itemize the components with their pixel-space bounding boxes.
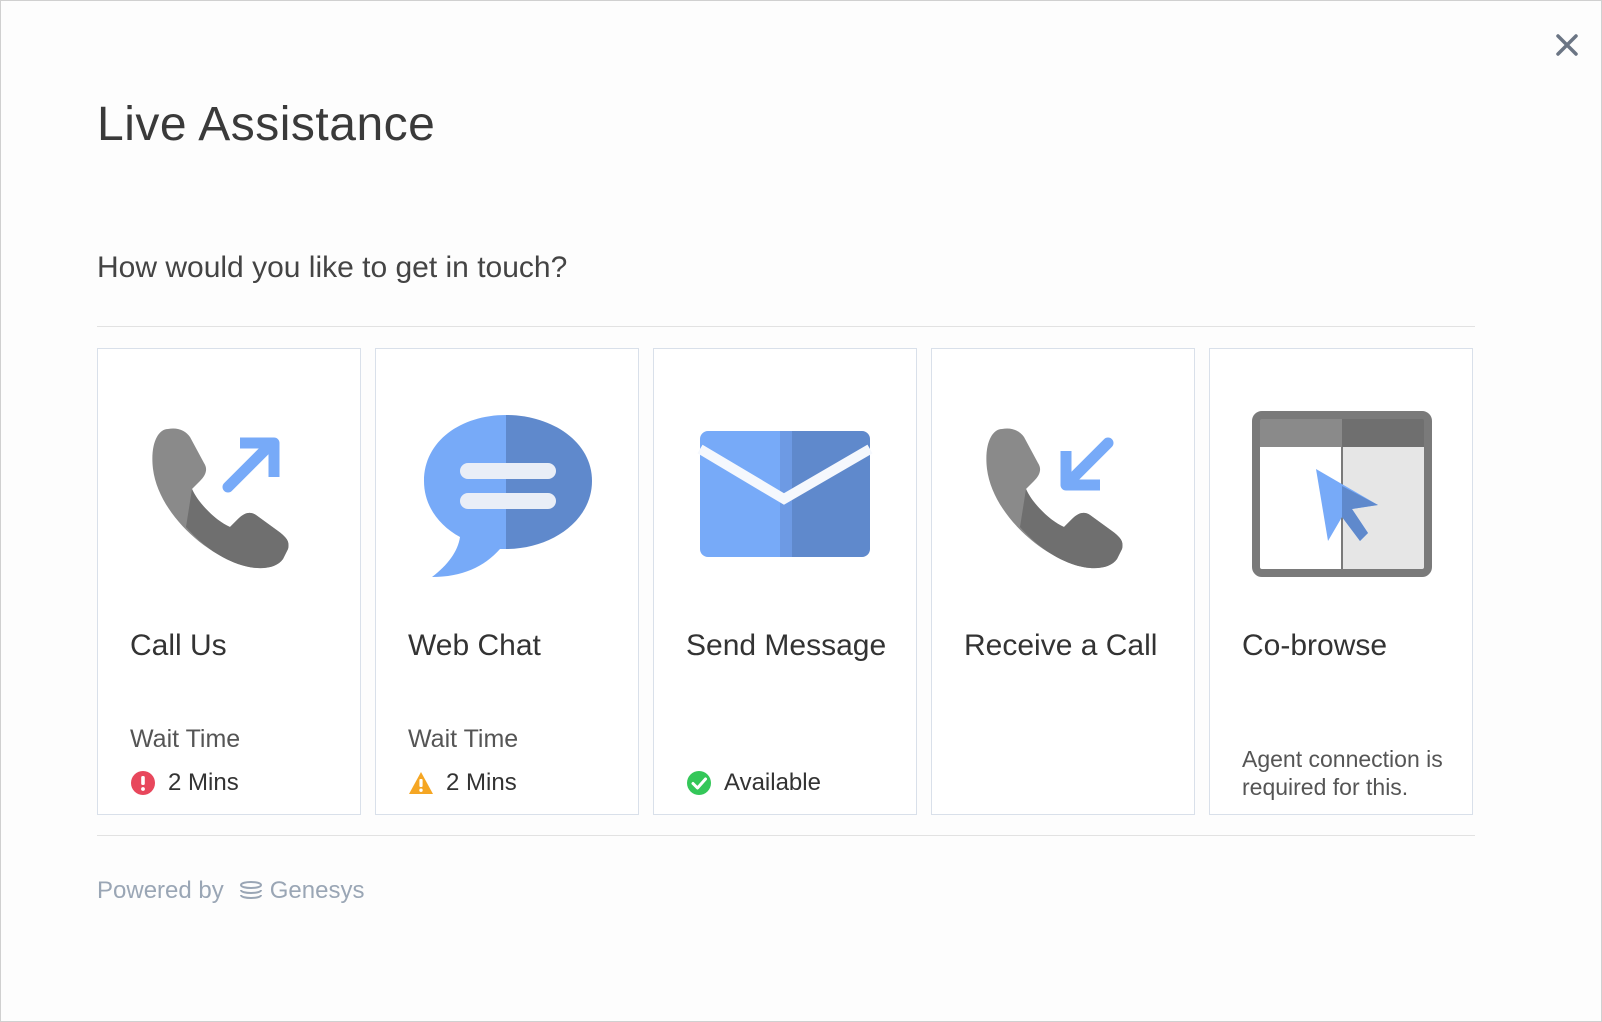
close-button[interactable] [1549,27,1585,63]
browser-cursor-icon [1252,411,1432,577]
footer: Powered by Genesys [97,877,364,905]
wait-time-value: 2 Mins [446,769,517,796]
availability-status: Available [686,769,821,797]
wait-time-status: 2 Mins [408,769,517,797]
divider [97,326,1475,327]
option-note: Agent connection is required for this. [1242,746,1443,800]
phone-outgoing-icon [152,428,289,569]
divider [97,835,1475,836]
warning-icon [409,772,433,794]
genesys-link[interactable]: Genesys [238,877,365,905]
chat-bubble-icon [424,415,592,577]
error-icon [131,771,155,795]
check-icon [687,771,711,795]
option-web-chat[interactable]: Web Chat Wait Time 2 Mins [375,348,639,815]
phone-incoming-icon [986,428,1123,569]
option-label: Co-browse [1242,629,1388,662]
wait-time-label: Wait Time [408,725,519,753]
option-call-us[interactable]: Call Us Wait Time 2 Mins [97,348,361,815]
dialog-title: Live Assistance [97,98,436,151]
genesys-logo-icon [239,881,262,899]
envelope-icon [697,431,873,557]
availability-value: Available [724,769,821,796]
option-co-browse[interactable]: Co-browse Agent connection is required f… [1209,348,1473,815]
option-label: Web Chat [408,629,541,662]
brand-name: Genesys [269,877,365,904]
wait-time-status: 2 Mins [130,769,239,797]
option-label: Send Message [686,629,887,662]
live-assistance-dialog: Live Assistance How would you like to ge… [0,0,1602,1022]
option-label: Call Us [130,629,227,662]
powered-by-label: Powered by [97,877,224,904]
close-icon [1556,34,1578,56]
wait-time-label: Wait Time [130,725,241,753]
dialog-prompt: How would you like to get in touch? [97,251,568,284]
option-label: Receive a Call [964,629,1158,662]
wait-time-value: 2 Mins [168,769,239,796]
option-receive-call[interactable]: Receive a Call [931,348,1195,815]
option-send-message[interactable]: Send Message Available [653,348,917,815]
